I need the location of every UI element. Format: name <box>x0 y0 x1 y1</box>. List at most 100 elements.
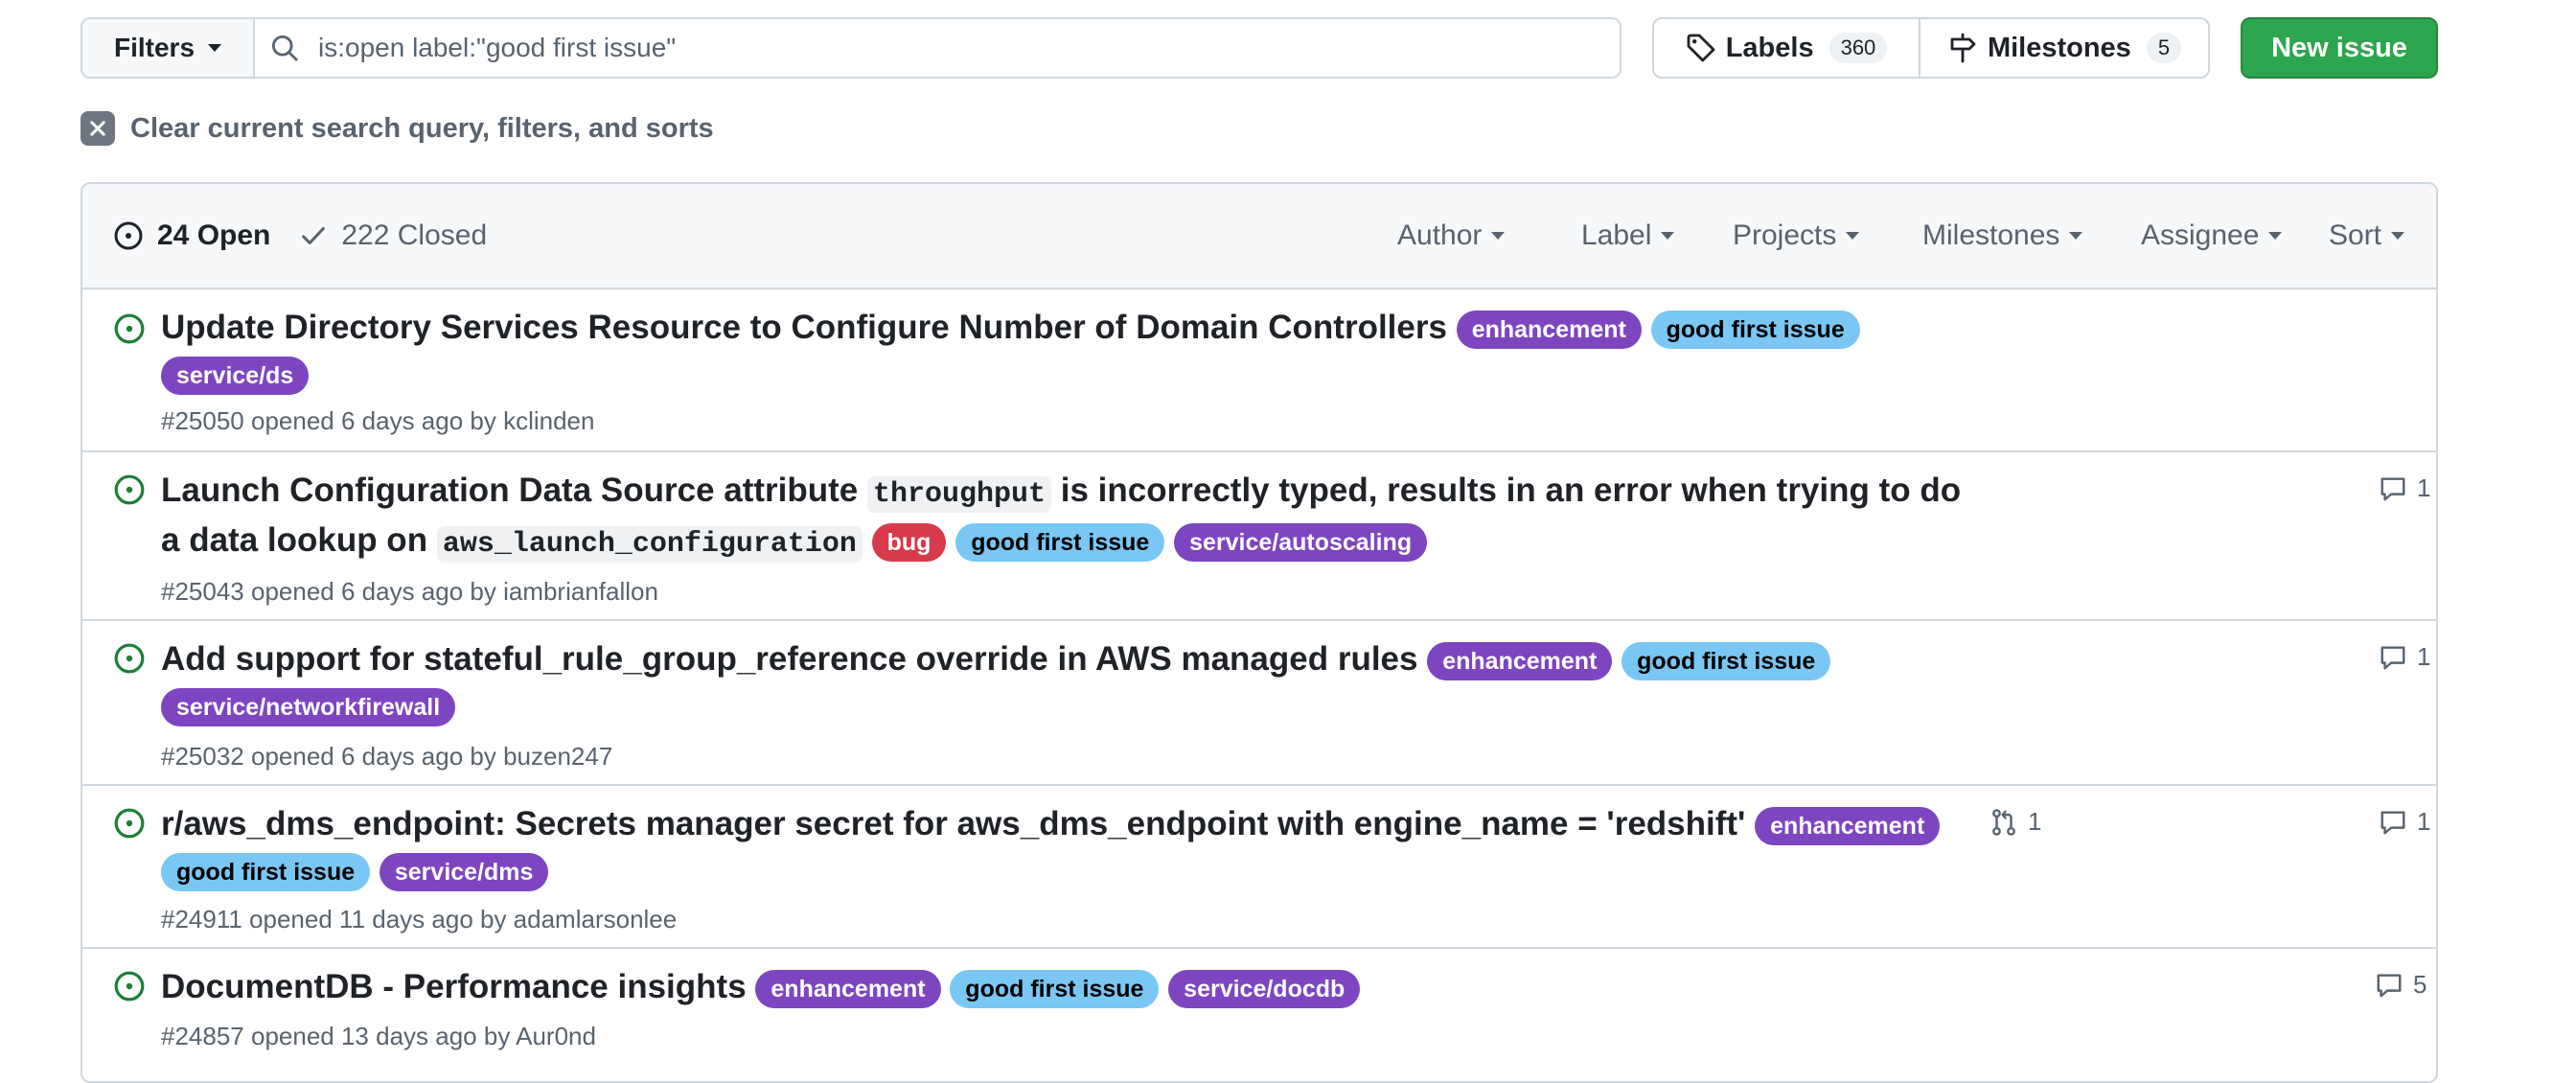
comment-count[interactable]: 1 <box>2379 642 2430 672</box>
issue-row: Update Directory Services Resource to Co… <box>82 289 2436 452</box>
label-good-first-issue[interactable]: good first issue <box>161 852 371 891</box>
closed-issues-tab[interactable]: 222 Closed <box>299 219 487 252</box>
issue-title-part: is incorrectly typed, results in an erro… <box>1060 472 1962 509</box>
label-good-first-issue[interactable]: good first issue <box>950 969 1160 1008</box>
issue-title-line: Add support for stateful_rule_group_refe… <box>161 636 1982 728</box>
check-icon <box>302 227 326 244</box>
chevron-down-icon <box>2391 232 2405 240</box>
labels-count: 360 <box>1828 33 1888 63</box>
chevron-down-icon <box>2069 232 2083 240</box>
comment-count[interactable]: 5 <box>2375 970 2426 1000</box>
milestones-label: Milestones <box>1987 32 2131 63</box>
issue-title-line: r/aws_dms_endpoint: Secrets manager secr… <box>161 801 1982 893</box>
author-filter[interactable]: Author <box>1397 184 1506 288</box>
filters-search-group: Filters <box>80 17 1622 79</box>
linked-pull-requests[interactable]: 1 <box>1990 807 2041 837</box>
issue-opened-icon <box>114 971 145 1002</box>
projects-filter[interactable]: Projects <box>1733 184 1860 288</box>
pull-request-count: 1 <box>2028 807 2042 836</box>
comment-icon <box>2380 810 2405 834</box>
filters-label: Filters <box>113 33 196 62</box>
close-icon <box>80 111 115 146</box>
closed-count: 222 Closed <box>341 219 488 251</box>
issue-row: Add support for stateful_rule_group_refe… <box>82 621 2436 786</box>
chevron-down-icon <box>2268 232 2283 240</box>
issue-opened-icon <box>114 221 143 250</box>
issue-title-link[interactable]: Update Directory Services Resource to Co… <box>161 309 1447 346</box>
label-service[interactable]: service/networkfirewall <box>161 687 456 726</box>
issue-title-link[interactable]: r/aws_dms_endpoint: Secrets manager secr… <box>161 805 1745 842</box>
label-service[interactable]: service/ds <box>161 356 310 395</box>
labels-milestones-group: Labels 360 Milestones 5 <box>1652 17 2210 79</box>
issue-title-line: DocumentDB - Performance insights enhanc… <box>161 964 1982 1010</box>
issue-title-code: throughput <box>867 476 1052 513</box>
milestones-button[interactable]: Milestones 5 <box>1920 19 2208 77</box>
issue-meta: #24911 opened 11 days ago by adamlarsonl… <box>161 905 678 933</box>
issue-opened-icon <box>114 474 145 505</box>
label-good-first-issue[interactable]: good first issue <box>1622 641 1831 680</box>
label-enhancement[interactable]: enhancement <box>1456 310 1642 349</box>
label-service[interactable]: service/dms <box>379 852 549 891</box>
chevron-down-icon <box>1491 232 1506 240</box>
label-enhancement[interactable]: enhancement <box>755 969 941 1008</box>
assignee-filter-label: Assignee <box>2141 219 2260 251</box>
label-filter-label: Label <box>1581 219 1652 251</box>
issue-meta: #25050 opened 6 days ago by kclinden <box>161 406 595 435</box>
labels-label: Labels <box>1725 32 1814 63</box>
chevron-down-icon <box>208 44 222 52</box>
milestone-icon <box>1950 33 1976 63</box>
issue-meta: #25043 opened 6 days ago by iambrianfall… <box>161 577 658 606</box>
comment-count-value: 1 <box>2417 807 2431 836</box>
chevron-down-icon <box>1846 232 1860 240</box>
comment-count[interactable]: 1 <box>2379 473 2430 503</box>
issue-title-link[interactable]: DocumentDB - Performance insights <box>161 968 747 1005</box>
label-enhancement[interactable]: enhancement <box>1755 806 1941 845</box>
comment-icon <box>2380 645 2405 669</box>
filters-button[interactable]: Filters <box>82 19 255 77</box>
milestones-count: 5 <box>2146 33 2182 63</box>
issue-title-part: Launch Configuration Data Source attribu… <box>161 472 859 509</box>
label-bug[interactable]: bug <box>871 522 947 562</box>
issue-title-part: a data lookup on <box>161 521 428 559</box>
labels-button[interactable]: Labels 360 <box>1654 19 1920 77</box>
comment-count-value: 5 <box>2413 970 2427 999</box>
comment-count-value: 1 <box>2417 642 2431 671</box>
search-icon <box>271 35 298 61</box>
new-issue-button[interactable]: New issue <box>2241 17 2438 79</box>
label-service[interactable]: service/autoscaling <box>1174 522 1428 562</box>
pull-request-icon <box>1992 808 2015 836</box>
chevron-down-icon <box>1661 232 1675 240</box>
issue-opened-icon <box>114 643 145 674</box>
issue-row: Launch Configuration Data Source attribu… <box>82 452 2436 621</box>
issue-title-line: Launch Configuration Data Source attribu… <box>161 468 2039 567</box>
label-enhancement[interactable]: enhancement <box>1427 641 1613 680</box>
issue-title-line: Update Directory Services Resource to Co… <box>161 305 1982 397</box>
label-good-first-issue[interactable]: good first issue <box>1650 310 1860 349</box>
clear-filters-link[interactable]: Clear current search query, filters, and… <box>80 111 714 146</box>
issues-list: 24 Open 222 Closed Author Label Projects… <box>80 182 2438 1083</box>
search-input[interactable] <box>316 32 1566 64</box>
open-count: 24 Open <box>157 219 271 251</box>
label-good-first-issue[interactable]: good first issue <box>955 522 1165 562</box>
issues-list-header: 24 Open 222 Closed Author Label Projects… <box>82 184 2436 289</box>
issue-row: DocumentDB - Performance insights enhanc… <box>82 949 2436 1081</box>
issue-opened-icon <box>114 313 145 344</box>
comment-icon <box>2380 476 2405 500</box>
comment-count[interactable]: 1 <box>2379 807 2430 837</box>
open-issues-tab[interactable]: 24 Open <box>113 219 270 252</box>
label-filter[interactable]: Label <box>1581 184 1675 288</box>
issue-meta: #25032 opened 6 days ago by buzen247 <box>161 742 613 771</box>
milestones-filter[interactable]: Milestones <box>1922 184 2083 288</box>
comment-icon <box>2377 973 2402 997</box>
issue-row: r/aws_dms_endpoint: Secrets manager secr… <box>82 786 2436 949</box>
label-service[interactable]: service/docdb <box>1168 969 1361 1008</box>
issue-title-code: aws_launch_configuration <box>436 526 862 563</box>
assignee-filter[interactable]: Assignee <box>2141 184 2283 288</box>
search-box[interactable] <box>255 19 1620 77</box>
issue-title-link[interactable]: Add support for stateful_rule_group_refe… <box>161 640 1418 678</box>
projects-filter-label: Projects <box>1733 219 1837 251</box>
comment-count-value: 1 <box>2417 473 2431 502</box>
sort-filter[interactable]: Sort <box>2329 184 2405 288</box>
milestones-filter-label: Milestones <box>1922 219 2060 251</box>
issue-meta: #24857 opened 13 days ago by Aur0nd <box>161 1022 596 1050</box>
